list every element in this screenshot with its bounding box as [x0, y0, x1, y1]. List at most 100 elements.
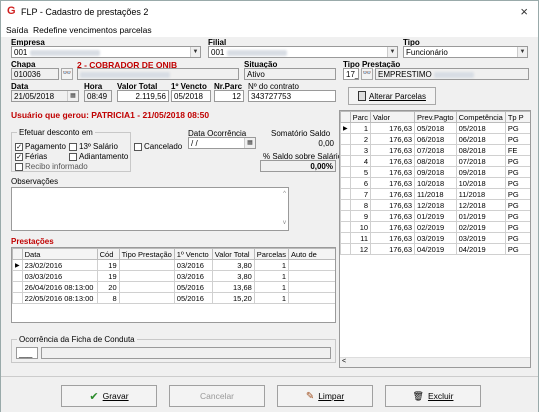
- gravar-button[interactable]: ✔ Gravar: [61, 385, 157, 407]
- parcela-row[interactable]: 2 176,63 06/2018 06/2018 PG: [340, 133, 530, 145]
- parcela-row-cell: 4: [349, 155, 372, 167]
- chapa-field[interactable]: 010036: [11, 68, 59, 80]
- data-field[interactable]: 21/05/2018 ▦: [11, 90, 79, 102]
- excluir-button[interactable]: 🗑 Excluir: [385, 385, 481, 407]
- parcela-row-cell: 08/2018: [414, 155, 457, 167]
- binoculars-icon[interactable]: 👓: [61, 68, 73, 80]
- tipo-prestacao-code[interactable]: 17_: [343, 68, 359, 80]
- menu-saida[interactable]: Saída: [6, 25, 28, 35]
- parcela-row-cell: 12: [349, 243, 372, 255]
- prestacao-row-cell: 13,68: [211, 281, 255, 293]
- prestacao-row[interactable]: ▶ 23/02/2016 19 03/2016 3,80 1: [12, 259, 335, 271]
- cancelar-button[interactable]: Cancelar: [169, 385, 265, 407]
- adiantamento-checkbox[interactable]: Adiantamento: [69, 152, 128, 161]
- parcela-row[interactable]: 11 176,63 03/2019 03/2019 PG: [340, 232, 530, 244]
- prestacao-row-cell: [118, 259, 175, 271]
- empresa-combo[interactable]: 001 ▼: [11, 46, 201, 58]
- parcela-row[interactable]: 6 176,63 10/2018 10/2018 PG: [340, 177, 530, 189]
- row-indicator: [12, 270, 23, 282]
- alterar-parcelas-button[interactable]: Alterar Parcelas: [348, 87, 436, 105]
- parcela-row-cell: 176,63: [370, 144, 416, 156]
- parcela-row-cell: PG: [504, 199, 530, 211]
- calendar-icon[interactable]: ▦: [67, 91, 78, 101]
- prestacao-row-cell: 3,80: [211, 259, 255, 271]
- check-icon: ✔: [89, 390, 99, 403]
- chevron-down-icon[interactable]: ▼: [190, 47, 200, 57]
- observacoes-textarea[interactable]: ^ v: [11, 187, 289, 231]
- parcela-row-cell: PG: [504, 210, 530, 222]
- valor-total-field[interactable]: 2.119,56: [117, 90, 169, 102]
- parcela-row[interactable]: 9 176,63 01/2019 01/2019 PG: [340, 210, 530, 222]
- parcela-row[interactable]: ▶ 1 176,63 05/2018 05/2018 PG: [340, 122, 530, 134]
- chevron-down-icon[interactable]: ▼: [517, 47, 527, 57]
- parcela-row-cell: 176,63: [370, 133, 416, 145]
- parcela-row-cell: 176,63: [370, 221, 416, 233]
- filial-combo[interactable]: 001 ▼: [208, 46, 398, 58]
- menu-redefine[interactable]: Redefine vencimentos parcelas: [33, 25, 152, 35]
- parcela-row-cell: FE: [504, 144, 530, 156]
- row-indicator: [340, 177, 351, 189]
- parcela-row[interactable]: 4 176,63 08/2018 07/2018 PG: [340, 155, 530, 167]
- scroll-down-icon[interactable]: v: [283, 219, 286, 228]
- parcela-row-cell: 10/2018: [455, 177, 506, 189]
- primeiro-vencto-field[interactable]: 05/2018: [171, 90, 211, 102]
- parcela-row-cell: 176,63: [370, 232, 416, 244]
- parcela-row[interactable]: 3 176,63 07/2018 08/2018 FE: [340, 144, 530, 156]
- menu-bar: Saída Redefine vencimentos parcelas: [1, 23, 538, 37]
- prestacao-row[interactable]: 22/05/2016 08:13:00 8 05/2016 15,20 1: [12, 292, 335, 304]
- parcela-row-cell: 176,63: [370, 122, 416, 134]
- prestacao-row-cell: [287, 259, 335, 271]
- row-indicator: ▶: [12, 259, 23, 271]
- decimo-checkbox[interactable]: 13º Salário: [69, 142, 118, 151]
- tipo-combo[interactable]: Funcionário ▼: [403, 46, 528, 58]
- parcela-row-cell: 176,63: [370, 166, 416, 178]
- parcela-row[interactable]: 7 176,63 11/2018 11/2018 PG: [340, 188, 530, 200]
- chevron-down-icon[interactable]: ▼: [387, 47, 397, 57]
- calendar-icon[interactable]: ▦: [244, 138, 255, 148]
- parcelas-hscroll[interactable]: <: [340, 357, 530, 367]
- prestacao-row[interactable]: 26/04/2016 08:13:00 20 05/2016 13,68 1: [12, 281, 335, 293]
- broom-icon: ✎: [305, 390, 315, 402]
- parcela-row-cell: 08/2018: [455, 144, 506, 156]
- title-bar: G FLP - Cadastro de prestações 2 ×: [1, 1, 538, 23]
- somatorio-value: 0,00: [260, 138, 336, 150]
- parcela-row-cell: 05/2018: [455, 122, 506, 134]
- hora-field[interactable]: 08:49: [84, 90, 112, 102]
- prestacao-row-cell: 22/05/2016 08:13:00: [21, 292, 98, 304]
- ocorrencia-code[interactable]: ___: [16, 347, 38, 359]
- parcela-row[interactable]: 5 176,63 09/2018 09/2018 PG: [340, 166, 530, 178]
- somatorio-label: Somatório Saldo: [271, 129, 331, 138]
- pagamento-checkbox[interactable]: ✓ Pagamento: [15, 142, 66, 151]
- parcela-row[interactable]: 12 176,63 04/2019 04/2019 PG: [340, 243, 530, 255]
- parcela-row-cell: 03/2019: [414, 232, 457, 244]
- parcela-row-cell: PG: [504, 232, 530, 244]
- parcela-row[interactable]: 10 176,63 02/2019 02/2019 PG: [340, 221, 530, 233]
- prestacao-row-cell: 1: [253, 292, 289, 304]
- scroll-up-icon[interactable]: ^: [283, 190, 286, 199]
- trash-icon: 🗑: [412, 390, 424, 401]
- parcelas-grid[interactable]: Parc Valor Prev.Pagto Competência Tp P ▶ 1 176…: [339, 110, 531, 368]
- binoculars-icon[interactable]: 👓: [361, 68, 373, 80]
- ferias-checkbox[interactable]: ✓ Férias: [15, 152, 47, 161]
- recibo-checkbox[interactable]: Recibo informado: [15, 162, 88, 171]
- parcela-row-cell: 176,63: [370, 155, 416, 167]
- ocorrencia-label: Ocorrência da Ficha de Conduta: [17, 335, 137, 344]
- scroll-left-icon[interactable]: <: [342, 358, 346, 365]
- prestacoes-grid[interactable]: Data Cód Tipo Prestação 1º Vencto Valor Tota…: [11, 247, 336, 323]
- parcela-row-cell: PG: [504, 133, 530, 145]
- close-button[interactable]: ×: [520, 4, 528, 19]
- nr-parc-field[interactable]: 12: [214, 90, 244, 102]
- parcela-row-cell: 2: [349, 133, 372, 145]
- parcela-row-cell: 6: [349, 177, 372, 189]
- parcela-row-cell: PG: [504, 221, 530, 233]
- tipo-prestacao-name: EMPRESTIMO: [375, 68, 529, 80]
- limpar-button[interactable]: ✎ Limpar: [277, 385, 373, 407]
- app-g-icon: G: [7, 5, 16, 17]
- cancelado-checkbox[interactable]: Cancelado: [134, 142, 182, 151]
- prestacao-row-cell: 3,80: [211, 270, 255, 282]
- parcela-row-cell: 07/2018: [455, 155, 506, 167]
- parcela-row[interactable]: 8 176,63 12/2018 12/2018 PG: [340, 199, 530, 211]
- prestacao-row[interactable]: 03/03/2016 19 03/2016 3,80 1: [12, 270, 335, 282]
- n-contrato-field[interactable]: 343727753: [248, 90, 336, 102]
- data-ocorrencia-field[interactable]: / / ▦: [188, 137, 256, 149]
